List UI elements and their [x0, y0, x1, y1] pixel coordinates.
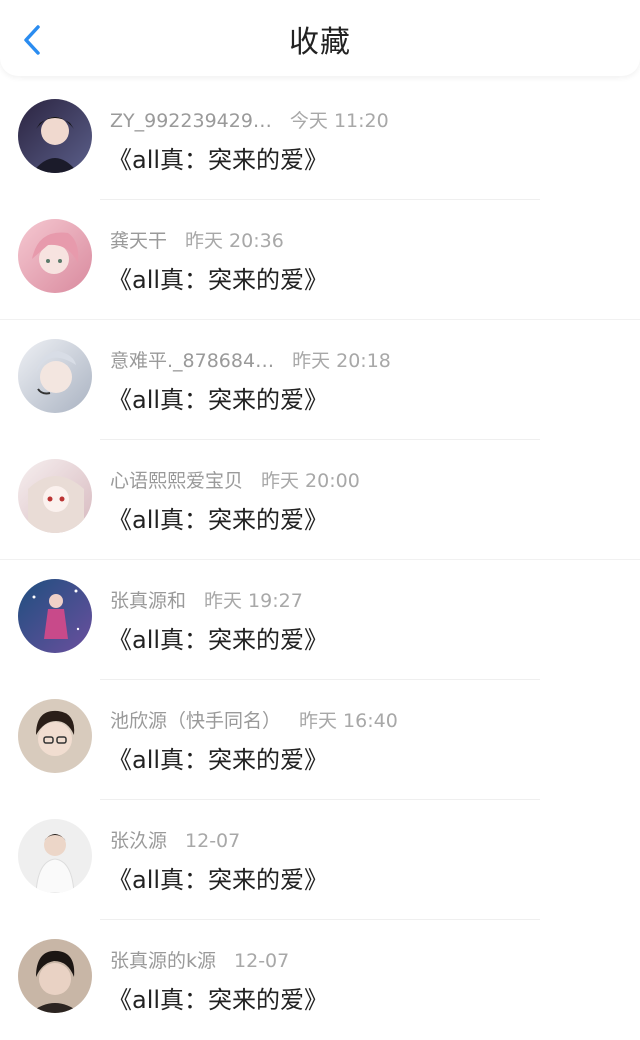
item-meta: 意难平._878684… 昨天 20:18	[110, 346, 391, 373]
list-item[interactable]: 池欣源（快手同名） 昨天 16:40 《all真：突来的爱》	[0, 680, 640, 800]
list-item[interactable]: ZY_992239429… 今天 11:20 《all真：突来的爱》	[0, 80, 640, 200]
timestamp: 昨天 20:36	[185, 230, 284, 252]
author-name[interactable]: 龚天干	[110, 226, 167, 253]
timestamp: 昨天 16:40	[299, 710, 398, 732]
list-item[interactable]: 张汣源 12-07 《all真：突来的爱》	[0, 800, 640, 920]
timestamp: 12-07	[234, 950, 290, 972]
list-item[interactable]: 心语熙熙爱宝贝 昨天 20:00 《all真：突来的爱》	[0, 440, 640, 560]
author-name[interactable]: 张真源的k源	[110, 946, 216, 973]
post-title[interactable]: 《all真：突来的爱》	[108, 980, 328, 1015]
list-item[interactable]: 意难平._878684… 昨天 20:18 《all真：突来的爱》	[0, 320, 640, 440]
avatar[interactable]	[18, 579, 92, 653]
author-name[interactable]: 心语熙熙爱宝贝	[110, 466, 243, 493]
timestamp: 12-07	[185, 830, 241, 852]
post-title[interactable]: 《all真：突来的爱》	[108, 260, 328, 295]
author-name[interactable]: 池欣源（快手同名）	[110, 706, 281, 733]
timestamp: 今天 11:20	[289, 110, 389, 132]
timestamp: 昨天 19:27	[204, 590, 303, 612]
list-item[interactable]: 龚天干 昨天 20:36 《all真：突来的爱》	[0, 200, 640, 320]
post-title[interactable]: 《all真：突来的爱》	[108, 140, 328, 175]
post-title[interactable]: 《all真：突来的爱》	[108, 740, 328, 775]
item-meta: 张真源的k源 12-07	[110, 946, 289, 973]
post-title[interactable]: 《all真：突来的爱》	[108, 860, 328, 895]
avatar[interactable]	[18, 219, 92, 293]
item-meta: 心语熙熙爱宝贝 昨天 20:00	[110, 466, 360, 493]
post-title[interactable]: 《all真：突来的爱》	[108, 380, 328, 415]
avatar[interactable]	[18, 939, 92, 1013]
avatar[interactable]	[18, 699, 92, 773]
list-item[interactable]: 张真源的k源 12-07 《all真：突来的爱》	[0, 920, 640, 1040]
item-meta: 龚天干 昨天 20:36	[110, 226, 284, 253]
avatar[interactable]	[18, 819, 92, 893]
item-meta: 池欣源（快手同名） 昨天 16:40	[110, 706, 398, 733]
avatar[interactable]	[18, 99, 92, 173]
page-title: 收藏	[289, 25, 351, 60]
item-meta: ZY_992239429… 今天 11:20	[110, 106, 389, 133]
timestamp: 昨天 20:18	[292, 350, 391, 372]
timestamp: 昨天 20:00	[261, 470, 360, 492]
author-name[interactable]: 意难平._878684…	[110, 346, 274, 373]
avatar[interactable]	[18, 459, 92, 533]
item-meta: 张汣源 12-07	[110, 826, 240, 853]
avatar[interactable]	[18, 339, 92, 413]
item-meta: 张真源和 昨天 19:27	[110, 586, 303, 613]
post-title[interactable]: 《all真：突来的爱》	[108, 500, 328, 535]
list-item[interactable]: 张真源和 昨天 19:27 《all真：突来的爱》	[0, 560, 640, 680]
author-name[interactable]: ZY_992239429…	[110, 110, 272, 132]
author-name[interactable]: 张真源和	[110, 586, 186, 613]
post-title[interactable]: 《all真：突来的爱》	[108, 620, 328, 655]
favorites-list: ZY_992239429… 今天 11:20 《all真：突来的爱》 龚天干 昨天 …	[0, 80, 640, 1040]
top-bar: 收藏	[0, 0, 640, 76]
author-name[interactable]: 张汣源	[110, 826, 167, 853]
